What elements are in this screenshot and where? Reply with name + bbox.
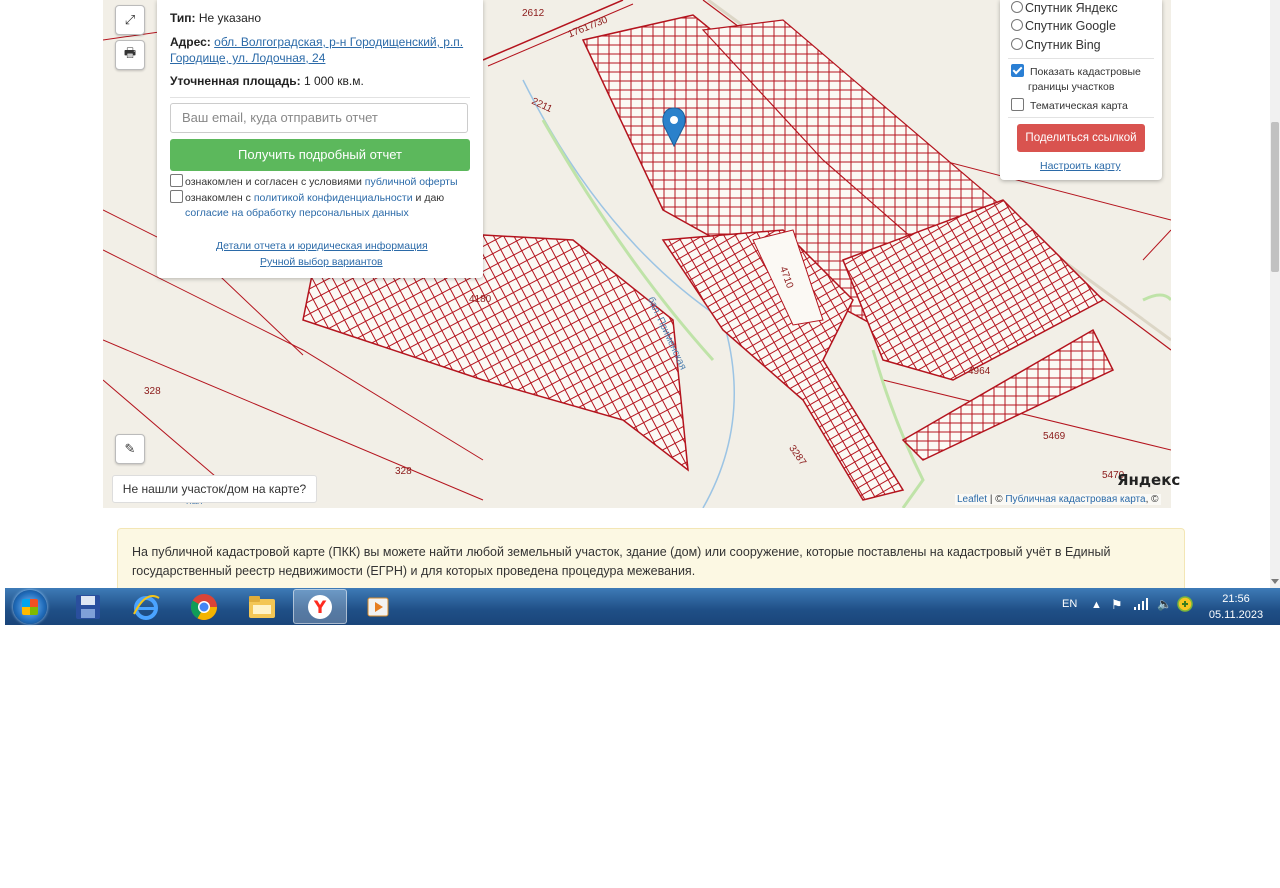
show-borders-label-line2: границы участков (1028, 81, 1115, 93)
attribution-tail: , © (1145, 494, 1159, 505)
map-label: 4964 (968, 366, 991, 377)
divider (170, 97, 470, 98)
expand-icon: ⤢ (124, 12, 136, 27)
svg-text:Y: Y (313, 598, 327, 618)
scrollbar-thumb[interactable] (1271, 122, 1279, 272)
pkk-info-notice: На публичной кадастровой карте (ПКК) вы … (117, 528, 1185, 588)
privacy-agreement-row: ознакомлен с политикой конфиденциальност… (170, 190, 444, 221)
yandex-logo: Яндекс (1117, 471, 1181, 489)
file-explorer-icon[interactable] (235, 589, 289, 624)
offer-agreement-row: ознакомлен и согласен с условиями публич… (170, 174, 458, 190)
action-center-flag-icon[interactable]: ⚑ (1111, 597, 1123, 613)
clock-time: 21:56 (1222, 593, 1250, 605)
offer-link[interactable]: публичной оферты (365, 176, 458, 188)
email-input[interactable]: Ваш email, куда отправить отчет (170, 103, 468, 133)
page-scrollbar[interactable] (1270, 0, 1280, 588)
thematic-map-option[interactable]: Тематическая карта (1011, 98, 1128, 114)
layer-bing-satellite[interactable]: Спутник Bing (1011, 37, 1101, 53)
radio-icon (1011, 19, 1023, 31)
map-layers-panel: Спутник Яндекс Спутник Google Спутник Bi… (1000, 0, 1162, 180)
area-value: 1 000 кв.м. (303, 74, 364, 88)
type-row: Тип: Не указано (170, 10, 261, 26)
leaflet-link[interactable]: Leaflet (957, 494, 987, 505)
map-label: 2612 (522, 8, 545, 19)
layer-google-satellite[interactable]: Спутник Google (1011, 18, 1116, 34)
floppy-disk-icon[interactable] (61, 589, 115, 624)
radio-icon (1011, 1, 1023, 13)
address-row: Адрес: обл. Волгоградская, р-н Городищен… (170, 34, 463, 66)
ruler-button[interactable]: ✎ (115, 434, 145, 464)
show-hidden-icons-icon[interactable]: ▲ (1091, 599, 1102, 611)
area-row: Уточненная площадь: 1 000 кв.м. (170, 73, 364, 89)
configure-map-link[interactable]: Настроить карту (1040, 160, 1121, 172)
offer-text: ознакомлен и согласен с условиями (185, 176, 362, 188)
object-info-panel: Тип: Не указано Адрес: обл. Волгоградска… (157, 0, 483, 278)
report-details-link[interactable]: Детали отчета и юридическая информация (216, 240, 428, 252)
privacy-link[interactable]: политикой конфиденциальности (254, 192, 413, 204)
map-label: 328 (144, 386, 161, 397)
print-button[interactable]: 🖶 (115, 40, 145, 70)
privacy-checkbox[interactable] (170, 190, 183, 203)
privacy-mid-text: и даю (415, 192, 445, 204)
layer-label: Спутник Google (1025, 19, 1116, 33)
show-borders-label: Показать кадастровые (1030, 66, 1141, 78)
network-signal-icon[interactable] (1134, 598, 1148, 613)
divider (1008, 117, 1154, 118)
address-link[interactable]: обл. Волгоградская, р-н Городищенский, р… (214, 35, 463, 49)
yandex-browser-icon[interactable]: Y (293, 589, 347, 624)
map-label: 4180 (469, 294, 492, 305)
chrome-icon[interactable] (177, 589, 231, 624)
pkk-link[interactable]: Публичная кадастровая карта (1005, 494, 1145, 505)
show-borders-option[interactable]: Показать кадастровые границы участков (1011, 64, 1141, 95)
map-attribution: Leaflet | © Публичная кадастровая карта,… (955, 494, 1161, 505)
attribution-separator: | © (989, 494, 1003, 505)
windows-start-icon[interactable] (13, 590, 47, 624)
thematic-map-label: Тематическая карта (1030, 100, 1128, 112)
type-value: Не указано (198, 11, 262, 25)
address-link-line2[interactable]: Городище, ул. Лодочная, 24 (170, 51, 325, 65)
ruler-icon: ✎ (124, 441, 136, 456)
map-label: 328 (395, 466, 412, 477)
volume-icon[interactable]: 🔈 (1157, 597, 1172, 611)
security-status-icon[interactable] (1177, 596, 1193, 615)
personal-data-link[interactable]: согласие на обработку персональных данны… (185, 207, 409, 219)
offer-checkbox[interactable] (170, 174, 183, 187)
layer-label: Спутник Bing (1025, 38, 1101, 52)
media-player-icon[interactable] (351, 589, 405, 624)
internet-explorer-icon[interactable] (119, 589, 173, 624)
radio-icon (1011, 38, 1023, 50)
not-found-button[interactable]: Не нашли участок/дом на карте? (112, 475, 317, 503)
layer-label: Спутник Яндекс (1025, 1, 1118, 15)
system-clock[interactable]: 21:56 05.11.2023 (1201, 591, 1271, 623)
printer-icon: 🖶 (123, 45, 137, 60)
web-page: 2612 17617/30 2211 4180 4710 328 328 496… (0, 0, 1270, 588)
type-label: Тип: (170, 11, 196, 25)
area-label: Уточненная площадь: (170, 74, 301, 88)
clock-date: 05.11.2023 (1208, 609, 1264, 621)
windows-taskbar: Y EN ▲ ⚑ 🔈 21:56 05.11.2023 (5, 588, 1280, 625)
privacy-text: ознакомлен с (185, 192, 251, 204)
map-label: 5469 (1043, 431, 1066, 442)
scroll-down-arrow-icon[interactable] (1271, 579, 1279, 584)
share-link-button[interactable]: Поделиться ссылкой (1017, 124, 1145, 152)
address-label: Адрес: (170, 35, 211, 49)
thematic-map-checkbox[interactable] (1011, 98, 1024, 111)
language-indicator[interactable]: EN (1062, 598, 1077, 610)
layer-yandex-satellite[interactable]: Спутник Яндекс (1011, 0, 1118, 16)
manual-selection-link[interactable]: Ручной выбор вариантов (260, 256, 383, 268)
show-borders-checkbox[interactable] (1011, 64, 1024, 77)
get-report-button[interactable]: Получить подробный отчет (170, 139, 470, 171)
divider (1008, 58, 1154, 59)
fullscreen-button[interactable]: ⤢ (115, 5, 145, 35)
